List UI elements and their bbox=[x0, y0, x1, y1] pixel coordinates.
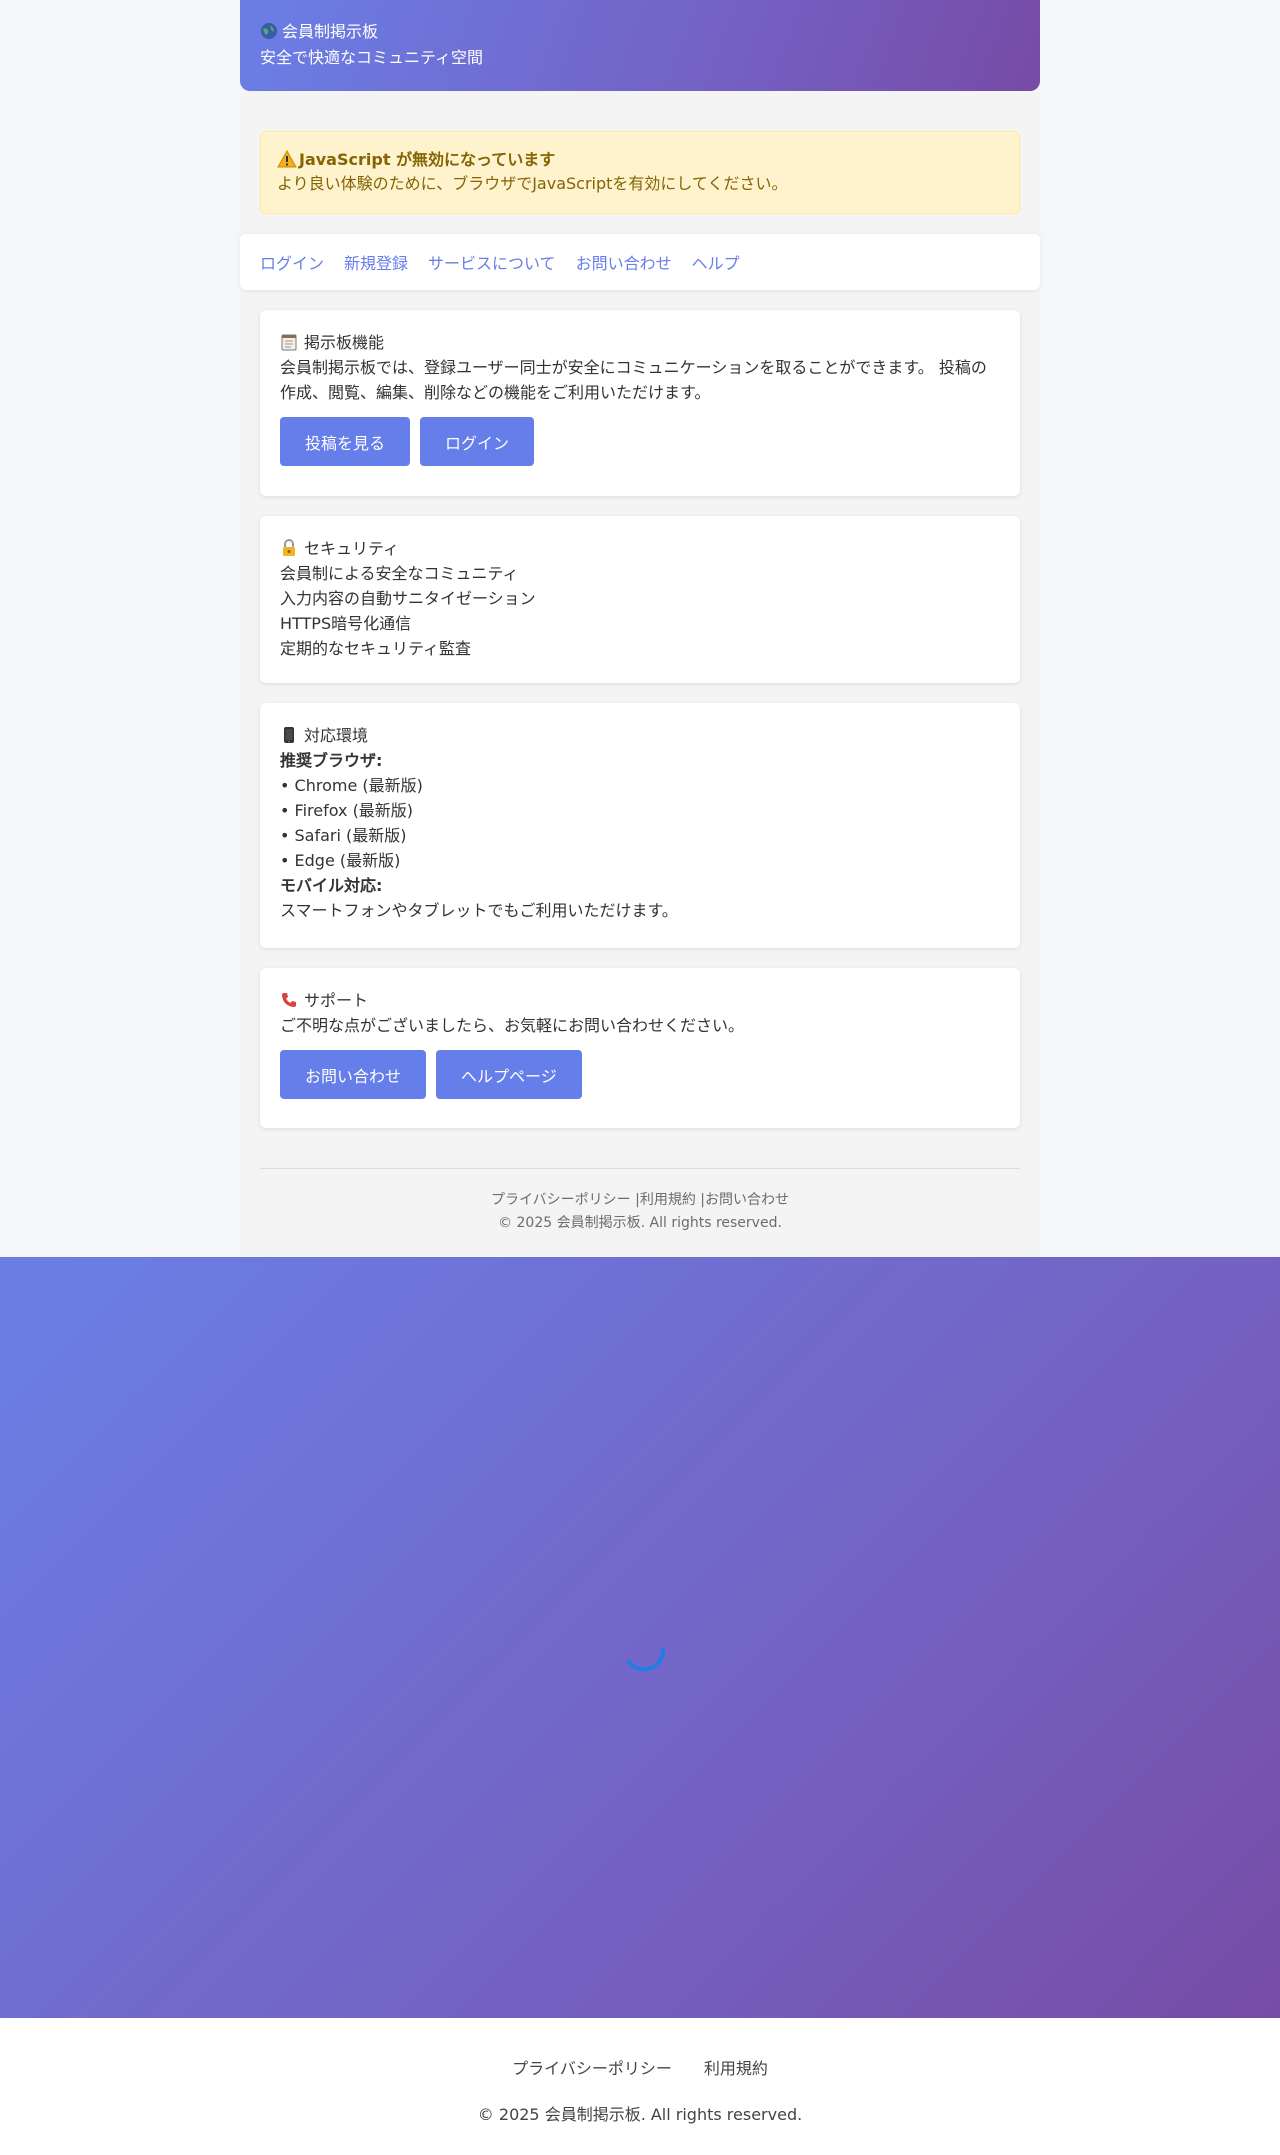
warning-text: より良い体験のために、ブラウザでJavaScriptを有効にしてください。 bbox=[277, 174, 788, 193]
security-item: 会員制による安全なコミュニティ bbox=[280, 564, 519, 583]
site-header: 会員制掲示板 安全で快適なコミュニティ空間 bbox=[240, 0, 1040, 91]
nav-login[interactable]: ログイン bbox=[260, 250, 324, 274]
nav-register[interactable]: 新規登録 bbox=[344, 250, 408, 274]
support-actions: お問い合わせ ヘルプページ bbox=[280, 1050, 1000, 1099]
footer-terms-link[interactable]: 利用規約 bbox=[640, 1192, 696, 1208]
browser-item: • Chrome (最新版) bbox=[280, 776, 423, 795]
page-container: 会員制掲示板 安全で快適なコミュニティ空間 JavaScript が無効になって… bbox=[240, 0, 1040, 1257]
board-card-title: 掲示板機能 bbox=[304, 333, 385, 352]
security-item: 定期的なセキュリティ監査 bbox=[280, 639, 472, 658]
support-card-title: サポート bbox=[304, 991, 369, 1010]
browsers-label: 推奨ブラウザ: bbox=[280, 751, 383, 770]
footer-separator: | bbox=[630, 1192, 640, 1208]
help-page-button[interactable]: ヘルプページ bbox=[436, 1050, 582, 1099]
mobile-label: モバイル対応: bbox=[280, 876, 383, 895]
nav-about[interactable]: サービスについて bbox=[428, 250, 556, 274]
footer-separator: | bbox=[695, 1192, 706, 1208]
js-disabled-warning: JavaScript が無効になっています より良い体験のために、ブラウザでJa… bbox=[260, 131, 1020, 214]
contact-button[interactable]: お問い合わせ bbox=[280, 1050, 427, 1099]
lock-key-icon bbox=[283, 539, 295, 556]
loading-overlay bbox=[0, 1257, 1280, 2018]
board-feature-card: 掲示板機能 会員制掲示板では、登録ユーザー同士が安全にコミュニケーションを取るこ… bbox=[260, 310, 1020, 496]
environment-card-title-row: 対応環境 bbox=[280, 723, 1000, 748]
spinner-icon bbox=[627, 1647, 666, 1672]
login-button[interactable]: ログイン bbox=[420, 417, 535, 466]
page-footer-copyright: © 2025 会員制掲示板. All rights reserved. bbox=[477, 2105, 803, 2124]
environment-card: 対応環境 推奨ブラウザ: • Chrome (最新版) • Firefox (最… bbox=[260, 703, 1020, 948]
site-title-row: 会員制掲示板 bbox=[260, 20, 1020, 44]
page-footer-links: プライバシーポリシー 利用規約 bbox=[0, 2055, 1280, 2079]
page-footer-privacy-link[interactable]: プライバシーポリシー bbox=[512, 2055, 672, 2079]
security-card-title: セキュリティ bbox=[304, 539, 400, 558]
container-footer: プライバシーポリシー |利用規約 |お問い合わせ © 2025 会員制掲示板. … bbox=[260, 1168, 1020, 1235]
mobile-phone-icon bbox=[284, 727, 294, 743]
footer-links: プライバシーポリシー |利用規約 |お問い合わせ bbox=[260, 1189, 1020, 1212]
environment-card-title: 対応環境 bbox=[304, 726, 369, 745]
board-card-title-row: 掲示板機能 bbox=[280, 330, 1000, 355]
view-posts-button[interactable]: 投稿を見る bbox=[280, 417, 411, 466]
security-card-title-row: セキュリティ bbox=[280, 536, 1000, 561]
security-item: 入力内容の自動サニタイゼーション bbox=[280, 589, 536, 608]
nav-help[interactable]: ヘルプ bbox=[692, 250, 740, 274]
board-actions: 投稿を見る ログイン bbox=[280, 417, 1000, 466]
page-footer-terms-link[interactable]: 利用規約 bbox=[704, 2055, 768, 2079]
warning-title-row: JavaScript が無効になっています bbox=[277, 148, 1003, 172]
footer-copyright: © 2025 会員制掲示板. All rights reserved. bbox=[498, 1215, 782, 1231]
support-card-title-row: サポート bbox=[280, 988, 1000, 1013]
nav-contact[interactable]: お問い合わせ bbox=[576, 250, 672, 274]
browser-item: • Edge (最新版) bbox=[280, 851, 401, 870]
site-title: 会員制掲示板 bbox=[282, 22, 379, 41]
board-description-line-2: 作成、閲覧、編集、削除などの機能をご利用いただけます。 bbox=[280, 383, 711, 402]
warning-title: JavaScript が無効になっています bbox=[299, 150, 556, 169]
support-text: ご不明な点がございましたら、お気軽にお問い合わせください。 bbox=[280, 1016, 745, 1035]
globe-speech-icon bbox=[261, 23, 277, 39]
footer-privacy-link[interactable]: プライバシーポリシー bbox=[491, 1192, 631, 1208]
warning-icon bbox=[277, 150, 297, 168]
notepad-icon bbox=[281, 334, 297, 351]
site-subtitle: 安全で快適なコミュニティ空間 bbox=[260, 48, 484, 67]
footer-contact-link[interactable]: お問い合わせ bbox=[705, 1192, 789, 1208]
security-item: HTTPS暗号化通信 bbox=[280, 614, 412, 633]
main-nav: ログイン 新規登録 サービスについて お問い合わせ ヘルプ bbox=[240, 234, 1040, 290]
browser-item: • Firefox (最新版) bbox=[280, 801, 414, 820]
support-card: サポート ご不明な点がございましたら、お気軽にお問い合わせください。 お問い合わ… bbox=[260, 968, 1020, 1128]
page-footer: プライバシーポリシー 利用規約 © 2025 会員制掲示板. All right… bbox=[0, 2018, 1280, 2155]
security-card: セキュリティ 会員制による安全なコミュニティ 入力内容の自動サニタイゼーション … bbox=[260, 516, 1020, 683]
mobile-text: スマートフォンやタブレットでもご利用いただけます。 bbox=[280, 901, 678, 920]
telephone-icon bbox=[282, 993, 296, 1007]
board-description-line-1: 会員制掲示板では、登録ユーザー同士が安全にコミュニケーションを取ることができます… bbox=[280, 358, 987, 377]
browser-item: • Safari (最新版) bbox=[280, 826, 407, 845]
